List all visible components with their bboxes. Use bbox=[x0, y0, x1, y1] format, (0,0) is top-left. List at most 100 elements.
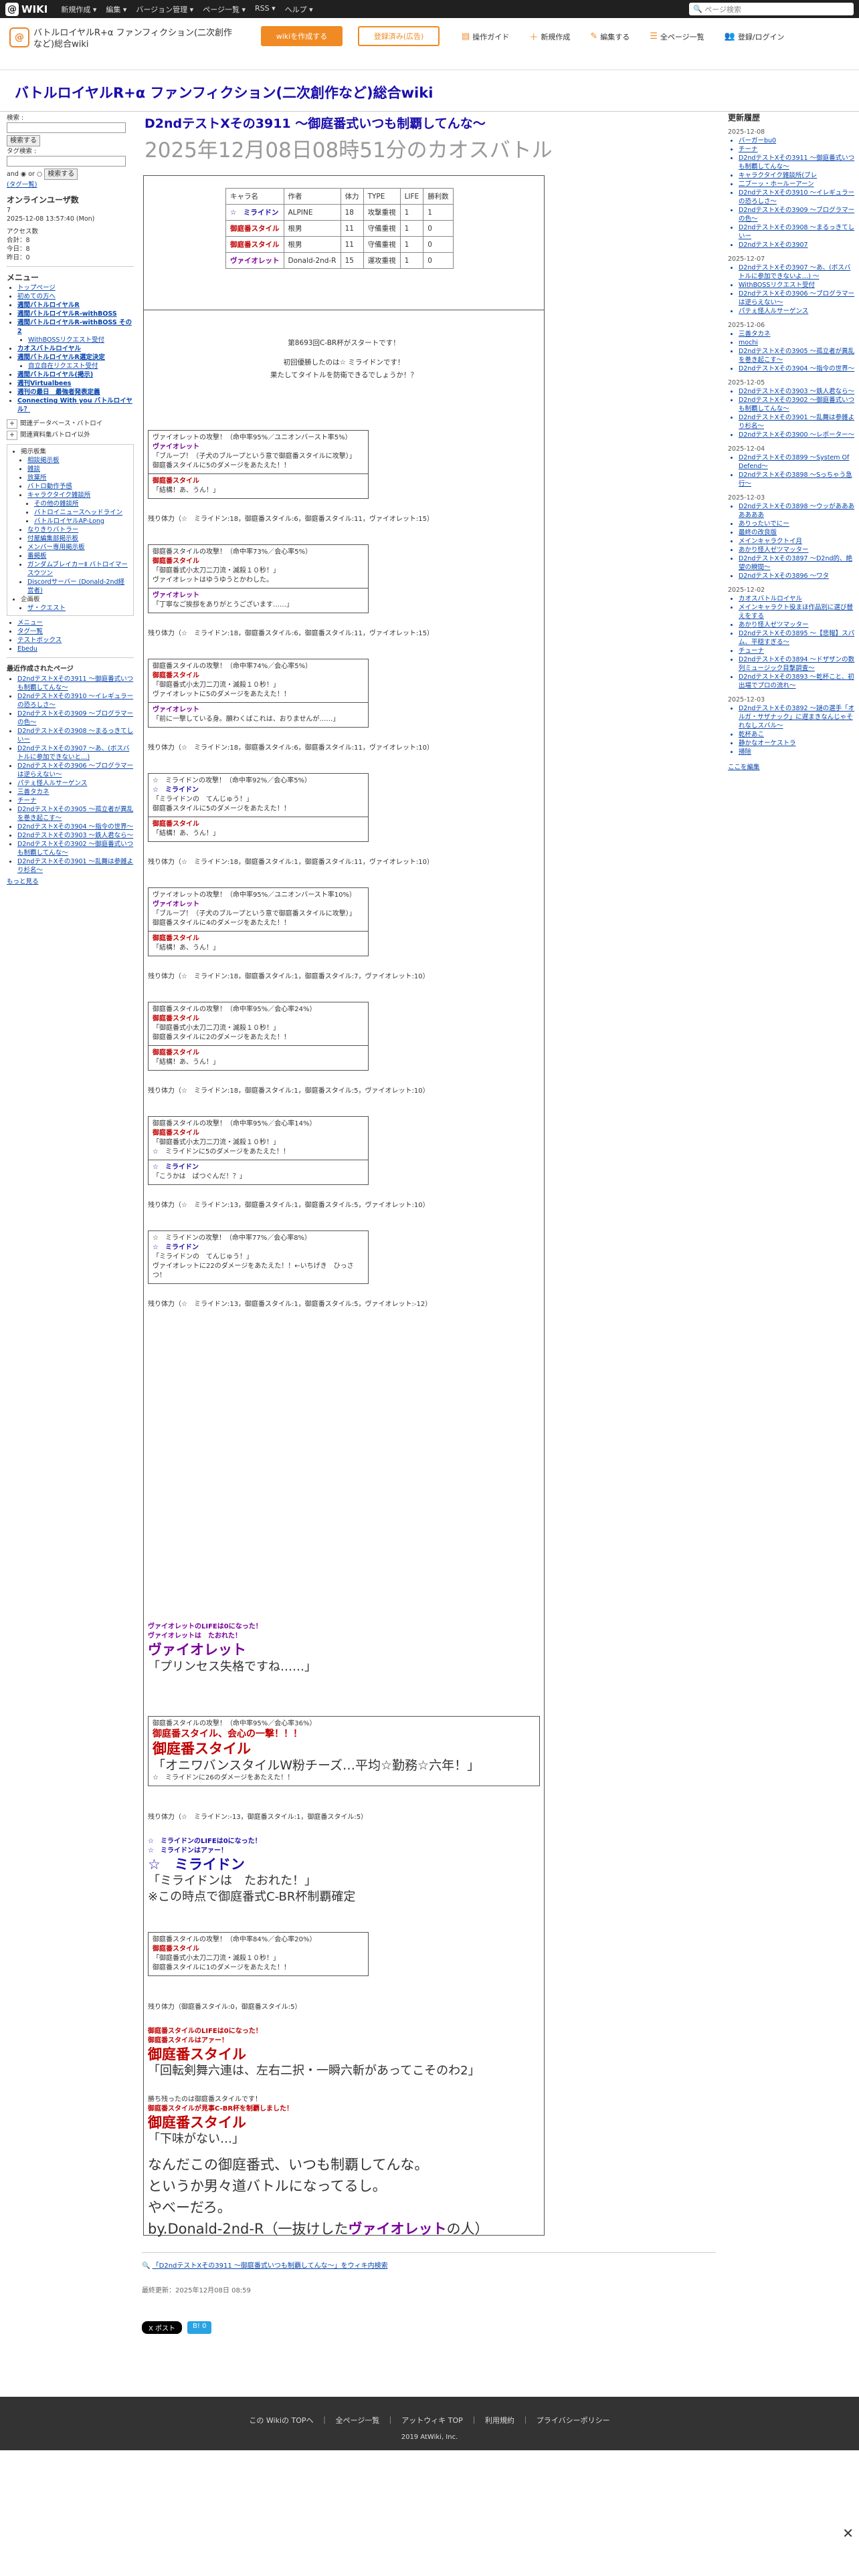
update-link[interactable]: あかり怪人ゼツマッター bbox=[739, 546, 809, 554]
update-link[interactable]: D2ndテストXその3910 ～イレギュラーの恐ろしさ～ bbox=[739, 189, 854, 205]
atwiki-logo[interactable]: @ WIKI bbox=[5, 2, 47, 16]
recent-page-link[interactable]: 三善タカネ bbox=[17, 788, 50, 796]
menu-link[interactable]: 週刊Virtualbees bbox=[17, 380, 71, 387]
update-link[interactable]: D2ndテストXその3908 ～まるっきてしいー bbox=[739, 224, 854, 240]
board-link[interactable]: バトロ動作予感 bbox=[27, 483, 72, 490]
recent-page-link[interactable]: D2ndテストXその3911 ～御庭番式いつも制覇してんな～ bbox=[17, 675, 133, 691]
update-link[interactable]: WithBOSSリクエスト受付 bbox=[739, 282, 815, 289]
update-link[interactable]: あかり怪人ゼツマッター bbox=[739, 621, 809, 629]
menu-help[interactable]: ヘルプ ▾ bbox=[285, 4, 313, 15]
recent-page-link[interactable]: D2ndテストXその3910 ～イレギュラーの恐ろしさ～ bbox=[17, 693, 133, 709]
recent-page-link[interactable]: D2ndテストXその3901 ～乱舞は参雑より杉名～ bbox=[17, 858, 133, 874]
recent-page-link[interactable]: D2ndテストXその3902 ～御庭番式いつも制覇してんな～ bbox=[17, 841, 133, 857]
update-link[interactable]: ありったいでにー bbox=[739, 520, 789, 528]
recent-page-link[interactable]: D2ndテストXその3905 ～孤立者が異乱を巻き起こす～ bbox=[17, 806, 133, 822]
hatena-bookmark-button[interactable]: B! 0 bbox=[187, 2321, 212, 2334]
board-link[interactable]: 番掲板 bbox=[27, 552, 47, 560]
nav-login[interactable]: 👥 登録/ログイン bbox=[725, 30, 785, 43]
update-link[interactable]: 乾杯あこ bbox=[739, 731, 764, 738]
update-link[interactable]: D2ndテストXその3909 ～ブログラマーの色～ bbox=[739, 207, 854, 223]
recent-page-link[interactable]: D2ndテストXその3904 ～指令の世界～ bbox=[17, 823, 133, 831]
board-link[interactable]: 付屋編集部掲示板 bbox=[27, 535, 78, 542]
menu-link[interactable]: WithBOSSリクエスト受付 bbox=[28, 336, 104, 344]
menu-link[interactable]: 自立自在リクエスト受付 bbox=[28, 362, 98, 370]
update-link[interactable]: D2ndテストXその3892 ～謎の選手「オルガ・サザナック」に遅まきなんじゃそ… bbox=[739, 705, 854, 730]
menu-link[interactable]: Connecting With you バトルロイヤル？ bbox=[17, 397, 132, 413]
update-link[interactable]: D2ndテストXその3893 ～乾杯こと、初出場でプロの流れ～ bbox=[739, 673, 854, 689]
board-link[interactable]: なりきりバトラー bbox=[27, 526, 78, 534]
recent-page-link[interactable]: D2ndテストXその3908 ～まるっきてしいー bbox=[17, 728, 133, 744]
update-link[interactable]: D2ndテストXその3894 ～ドザザンの数列ミュージック目撃調査～ bbox=[739, 656, 854, 672]
board-link[interactable]: 相談掲示板 bbox=[27, 457, 60, 464]
menu-new[interactable]: 新規作成 ▾ bbox=[61, 4, 96, 15]
board-link[interactable]: メンバー専用掲示板 bbox=[27, 544, 85, 551]
misc-link[interactable]: タグ一覧 bbox=[17, 628, 43, 635]
menu-link[interactable]: 初めての方へ bbox=[17, 293, 56, 300]
site-logo[interactable]: @ バトルロイヤルR+α ファンフィクション(二次創作など)総合wiki bbox=[9, 27, 234, 50]
tag-search-button[interactable]: 検索する bbox=[44, 169, 78, 180]
wiki-search-button[interactable]: 検索する bbox=[7, 135, 40, 146]
menu-rss[interactable]: RSS ▾ bbox=[255, 4, 276, 15]
recent-page-link[interactable]: パテぇ怪人ルサーゲンス bbox=[17, 780, 87, 787]
update-link[interactable]: 二ブーッ・ホールーアーン bbox=[739, 181, 814, 188]
misc-link[interactable]: メニュー bbox=[17, 619, 43, 627]
nav-all-pages[interactable]: ☰ 全ページ一覧 bbox=[650, 30, 704, 43]
update-link[interactable]: 三善タカネ bbox=[739, 330, 771, 338]
edit-here-link[interactable]: ここを編集 bbox=[728, 764, 760, 771]
update-link[interactable]: メインキャラクト役まほ作品別に選び替えをする bbox=[739, 604, 853, 620]
nav-new[interactable]: ＋新規作成 bbox=[529, 30, 570, 43]
update-link[interactable]: D2ndテストXその3905 ～孤立者が異乱を巻き起こす～ bbox=[739, 348, 854, 364]
update-link[interactable]: D2ndテストXその3907 bbox=[739, 241, 808, 249]
update-link[interactable]: D2ndテストXその3901 ～乱舞は参雑より杉名～ bbox=[739, 414, 854, 430]
update-link[interactable]: キャラクタイク雑談所(ブレ bbox=[739, 172, 817, 179]
tag-list-link[interactable]: (タグ一覧) bbox=[7, 181, 37, 189]
update-link[interactable]: D2ndテストXその3899 ～System Of Defend～ bbox=[739, 454, 849, 470]
menu-link[interactable]: 週間バトルロイヤルR-withBOSS その2 bbox=[17, 319, 132, 335]
wiki-search-link[interactable]: 「D2ndテストXその3911 ～御庭番式いつも制覇してんな～」をウィキ内検索 bbox=[153, 2262, 388, 2270]
recent-page-link[interactable]: D2ndテストXその3909 ～ブログラマーの色～ bbox=[17, 710, 133, 726]
update-link[interactable]: mochi bbox=[739, 339, 758, 346]
board-link[interactable]: 放棄所 bbox=[27, 474, 47, 481]
update-link[interactable]: バーガーbu0 bbox=[739, 137, 776, 144]
recent-page-link[interactable]: D2ndテストXその3907 ～あ、(ボスバトルに参加できないと…) bbox=[17, 745, 129, 761]
update-link[interactable]: チーナ bbox=[739, 146, 758, 153]
menu-link[interactable]: 週刊の最日 最強者発表定義 bbox=[17, 389, 100, 396]
update-link[interactable]: D2ndテストXその3907 ～あ、(ボスバトルに参加できないよ…) ～ bbox=[739, 264, 850, 280]
menu-link[interactable]: トップページ bbox=[17, 284, 56, 292]
menu-version[interactable]: バージョン管理 ▾ bbox=[136, 4, 193, 15]
menu-link[interactable]: 週間バトルロイヤルR-withBOSS bbox=[17, 310, 117, 318]
recent-page-link[interactable]: D2ndテストXその3906 ～ブログラマーは逆らえない～ bbox=[17, 762, 133, 778]
update-link[interactable]: D2ndテストXその3911 ～御庭番式いつも制覇してんな～ bbox=[739, 154, 854, 171]
nav-edit[interactable]: ✎ 編集する bbox=[590, 30, 630, 43]
update-link[interactable]: チューナ bbox=[739, 647, 764, 655]
wiki-search-input[interactable] bbox=[7, 122, 126, 133]
or-radio[interactable]: ○ bbox=[37, 171, 42, 178]
menu-pagelist[interactable]: ページ一覧 ▾ bbox=[203, 4, 246, 15]
expand-item[interactable]: + 関連資料集バトロイ以外 bbox=[7, 431, 134, 440]
board-link[interactable]: バトロイニュースヘッドライン bbox=[34, 509, 122, 516]
update-link[interactable]: 掃除 bbox=[739, 748, 751, 756]
menu-edit[interactable]: 編集 ▾ bbox=[106, 4, 126, 15]
update-link[interactable]: 最終の改良版 bbox=[739, 529, 777, 536]
menu-link[interactable]: カオスバトルロイヤル bbox=[17, 345, 81, 352]
menu-link[interactable]: 週間バトルロイヤルR bbox=[17, 302, 80, 309]
update-link[interactable]: D2ndテストXその3898 ～Sっちゃう急行～ bbox=[739, 471, 852, 488]
board-link[interactable]: バトルロイヤルAP-Long bbox=[34, 518, 104, 525]
update-link[interactable]: カオスバトルロイヤル bbox=[739, 595, 802, 603]
update-link[interactable]: D2ndテストXその3896 ～ワタ bbox=[739, 572, 829, 580]
update-link[interactable]: D2ndテストXその3902 ～御庭番式いつも制覇してんな～ bbox=[739, 397, 854, 413]
tag-search-input[interactable] bbox=[7, 156, 126, 167]
update-link[interactable]: パテぇ怪人ルサーゲンス bbox=[739, 308, 808, 315]
misc-link[interactable]: テストボックス bbox=[17, 637, 62, 644]
page-search-input[interactable]: 🔍 ページ検索 bbox=[689, 3, 854, 15]
x-post-button[interactable]: X ポスト bbox=[142, 2321, 183, 2334]
nav-guide[interactable]: ▤ 操作ガイド bbox=[462, 30, 509, 43]
update-link[interactable]: D2ndテストXその3897 ～D2nd的、絶望の瞬間～ bbox=[739, 555, 852, 571]
create-wiki-button[interactable]: wikiを作成する bbox=[261, 26, 343, 46]
board-link[interactable]: その他の雑談所 bbox=[34, 500, 79, 508]
close-icon[interactable]: ✕ bbox=[842, 2525, 854, 2541]
board-link[interactable]: キャラクタイク雑談所 bbox=[27, 492, 90, 499]
update-link[interactable]: メインキャラクトイ月 bbox=[739, 538, 802, 545]
board-link[interactable]: 雑談 bbox=[27, 465, 40, 473]
board-link[interactable]: ガンダムブレイカーⅡ バトロイマースウツン bbox=[27, 561, 128, 577]
